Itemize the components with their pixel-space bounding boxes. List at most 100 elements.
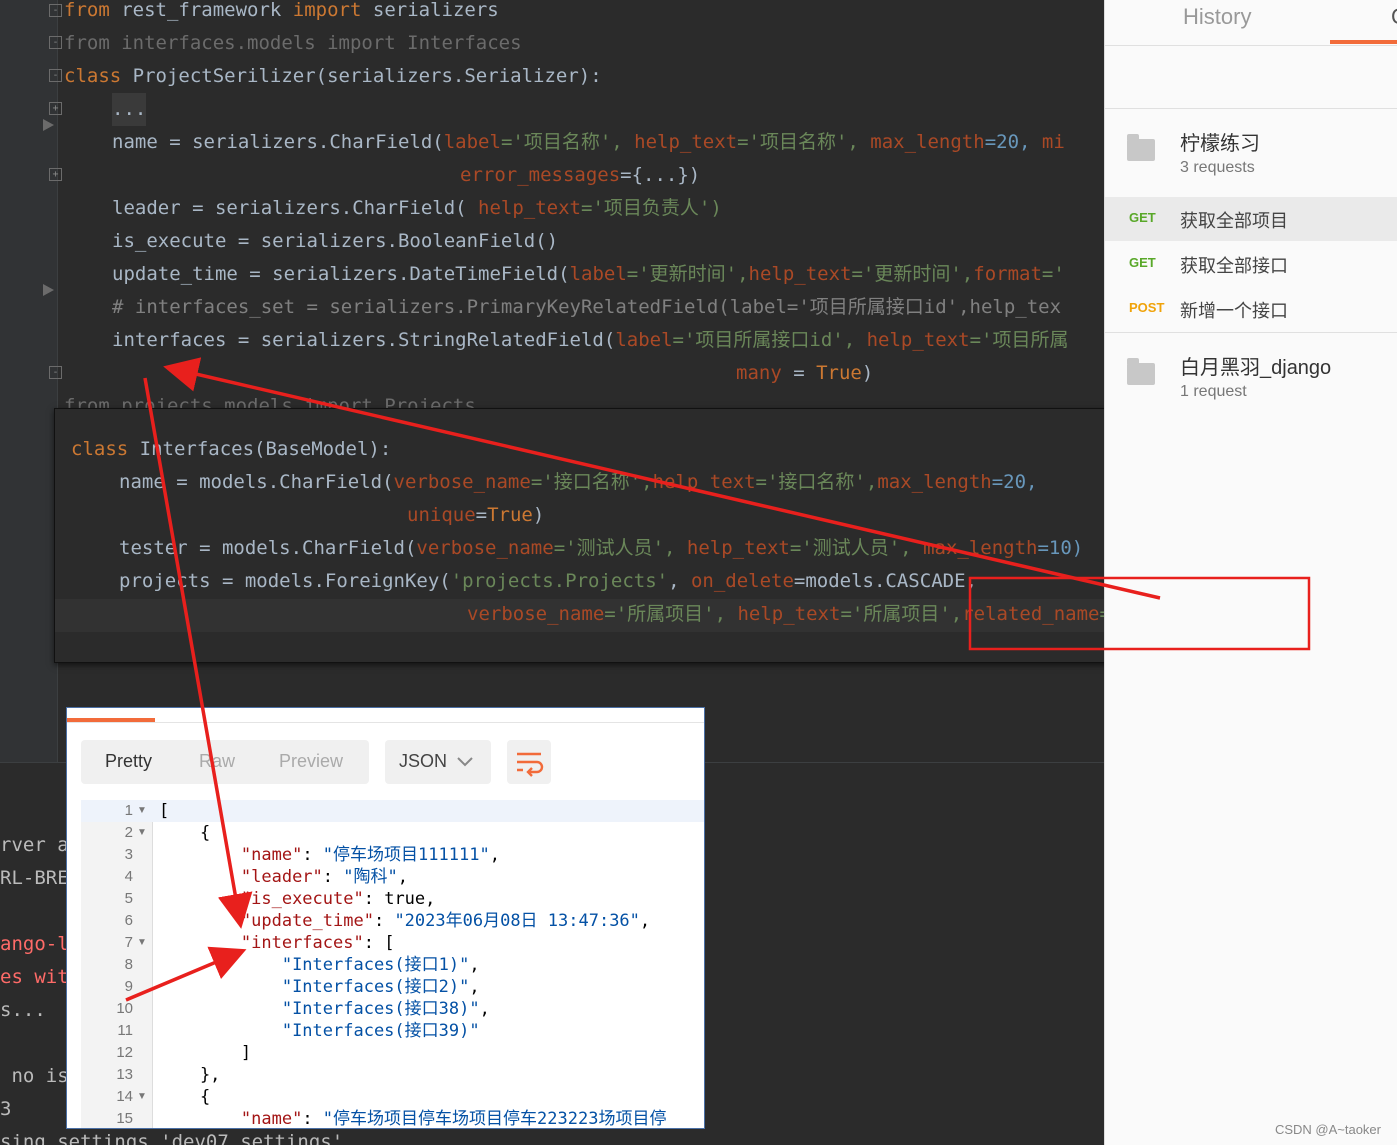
code-text: "update_time": "2023年06月08日 13:47:36", (240, 911, 651, 931)
code-line: error_messages={...}) (460, 164, 701, 186)
code-line: leader = serializers.CharField( help_tex… (112, 197, 722, 219)
console-line: s... (0, 999, 46, 1021)
line-number: 13 (116, 1066, 133, 1083)
console-line: no is (0, 1065, 69, 1087)
active-tab-indicator (1330, 40, 1397, 44)
line-number: 1 (124, 802, 133, 819)
collection-count: 1 request (1180, 383, 1247, 400)
tab-raw[interactable]: Raw (199, 751, 235, 772)
request-name: 获取全部项目 (1180, 211, 1288, 231)
fold-icon[interactable]: ▼ (137, 1086, 147, 1108)
line-number: 9 (124, 978, 133, 995)
collection-name: 柠檬练习 (1180, 133, 1260, 155)
code-line: unique=True) (407, 504, 545, 526)
code-row: 12 ] (81, 1042, 704, 1064)
fold-marker[interactable]: - (49, 36, 62, 49)
code-row: 3 "name": "停车场项目111111", (81, 844, 704, 866)
code-text: "Interfaces(接口1)", (281, 955, 480, 975)
line-number: 14 (116, 1088, 133, 1105)
fold-marker[interactable]: - (49, 366, 62, 379)
code-row: 15 "name": "停车场项目停车场项目停车223223场项目停 (81, 1108, 704, 1129)
sidebar-tabs: History C (1105, 0, 1397, 46)
fold-marker[interactable]: + (49, 168, 62, 181)
line-number: 11 (117, 1022, 133, 1039)
code-text: ] (159, 1043, 252, 1063)
format-select[interactable]: JSON (385, 740, 491, 784)
code-row: 6 "update_time": "2023年06月08日 13:47:36", (81, 910, 704, 932)
collection-item[interactable]: 柠檬练习 3 requests (1105, 108, 1397, 198)
code-text: "leader": "陶科", (240, 867, 408, 887)
code-line: ... (112, 93, 147, 126)
tab-collections[interactable]: C (1391, 4, 1397, 30)
run-arrow-icon[interactable] (43, 284, 54, 296)
code-line: tester = models.CharField(verbose_name='… (119, 537, 1084, 559)
code-text: "name": "停车场项目停车场项目停车223223场项目停 (240, 1109, 667, 1129)
code-text: { (159, 1087, 211, 1107)
folder-icon (1127, 358, 1155, 385)
wrap-lines-button[interactable] (507, 740, 551, 784)
console-line: RL-BRE (0, 867, 69, 889)
fold-icon[interactable]: ▼ (137, 932, 147, 954)
code-line: from interfaces.models import Interfaces (64, 32, 522, 54)
response-body-panel: Pretty Raw Preview JSON 1 ▼[2 ▼ {3 "name":… (66, 707, 705, 1129)
console-line: 3 (0, 1098, 12, 1120)
run-arrow-icon[interactable] (43, 119, 54, 131)
tab-preview[interactable]: Preview (279, 751, 343, 772)
console-line: es wit (0, 966, 69, 988)
fold-marker[interactable]: - (49, 4, 62, 17)
line-number: 7 (124, 934, 133, 951)
line-number: 4 (124, 868, 133, 885)
code-line: is_execute = serializers.BooleanField() (112, 230, 559, 252)
code-text: "Interfaces(接口39)" (281, 1021, 480, 1041)
line-number: 12 (116, 1044, 133, 1061)
request-name: 获取全部接口 (1180, 256, 1288, 276)
code-row: 5 "is_execute": true, (81, 888, 704, 910)
fold-icon[interactable]: ▼ (137, 800, 147, 822)
method-badge: GET (1129, 255, 1156, 270)
request-item[interactable]: GET 获取全部项目 (1105, 197, 1397, 241)
code-row: 4 "leader": "陶科", (81, 866, 704, 888)
divider (67, 722, 704, 723)
view-mode-toggle: Pretty Raw Preview (81, 740, 369, 784)
collection-item[interactable]: 白月黑羽_django 1 request (1105, 332, 1397, 422)
tab-pretty[interactable]: Pretty (105, 751, 152, 772)
code-text: { (159, 823, 211, 843)
watermark: CSDN @A~taoker (1274, 1122, 1381, 1137)
request-item[interactable]: GET 获取全部接口 (1105, 242, 1397, 286)
fold-marker[interactable]: - (49, 69, 62, 82)
code-line: update_time = serializers.DateTimeField(… (112, 263, 1065, 285)
code-text: "name": "停车场项目111111", (240, 845, 500, 865)
line-number: 2 (124, 824, 133, 841)
code-row: 1 ▼ [ (81, 800, 704, 822)
tab-history[interactable]: History (1183, 4, 1251, 30)
code-line: name = serializers.CharField(label='项目名称… (112, 131, 1065, 153)
code-row: 9 "Interfaces(接口2)", (81, 976, 704, 998)
method-badge: POST (1129, 300, 1165, 315)
console-line: rver a (0, 834, 69, 856)
code-text: [ (159, 801, 170, 821)
code-line: # interfaces_set = serializers.PrimaryKe… (112, 296, 1062, 318)
code-line: many = True) (736, 362, 874, 384)
fold-icon[interactable]: ▼ (137, 822, 147, 844)
code-row: 10 "Interfaces(接口38)", (81, 998, 704, 1020)
code-row: 8 "Interfaces(接口1)", (81, 954, 704, 976)
chevron-down-icon (457, 757, 473, 767)
request-name: 新增一个接口 (1180, 301, 1288, 321)
postman-sidebar: History C 柠檬练习 3 requests GET 获取全部项目 GET… (1104, 0, 1397, 1145)
code-line: projects = models.ForeignKey('projects.P… (119, 570, 977, 592)
line-number: 10 (116, 1000, 133, 1017)
method-badge: GET (1129, 210, 1156, 225)
code-text: }, (159, 1065, 221, 1085)
code-line: interfaces = serializers.StringRelatedFi… (112, 329, 1069, 351)
line-number: 5 (124, 890, 133, 907)
folder-icon (1127, 134, 1155, 161)
code-row: 2 ▼ { (81, 822, 704, 844)
json-viewer[interactable]: 1 ▼[2 ▼ {3 "name": "停车场项目111111", 4 "leader… (81, 800, 704, 1129)
code-row: 11 "Interfaces(接口39)" (81, 1020, 704, 1042)
code-line: class Interfaces(BaseModel): (71, 438, 392, 460)
code-line: from rest_framework import serializers (64, 0, 499, 21)
request-item[interactable]: POST 新增一个接口 (1105, 287, 1397, 331)
line-number: 3 (124, 846, 133, 863)
wrap-icon (517, 752, 544, 777)
fold-marker[interactable]: + (49, 102, 62, 115)
